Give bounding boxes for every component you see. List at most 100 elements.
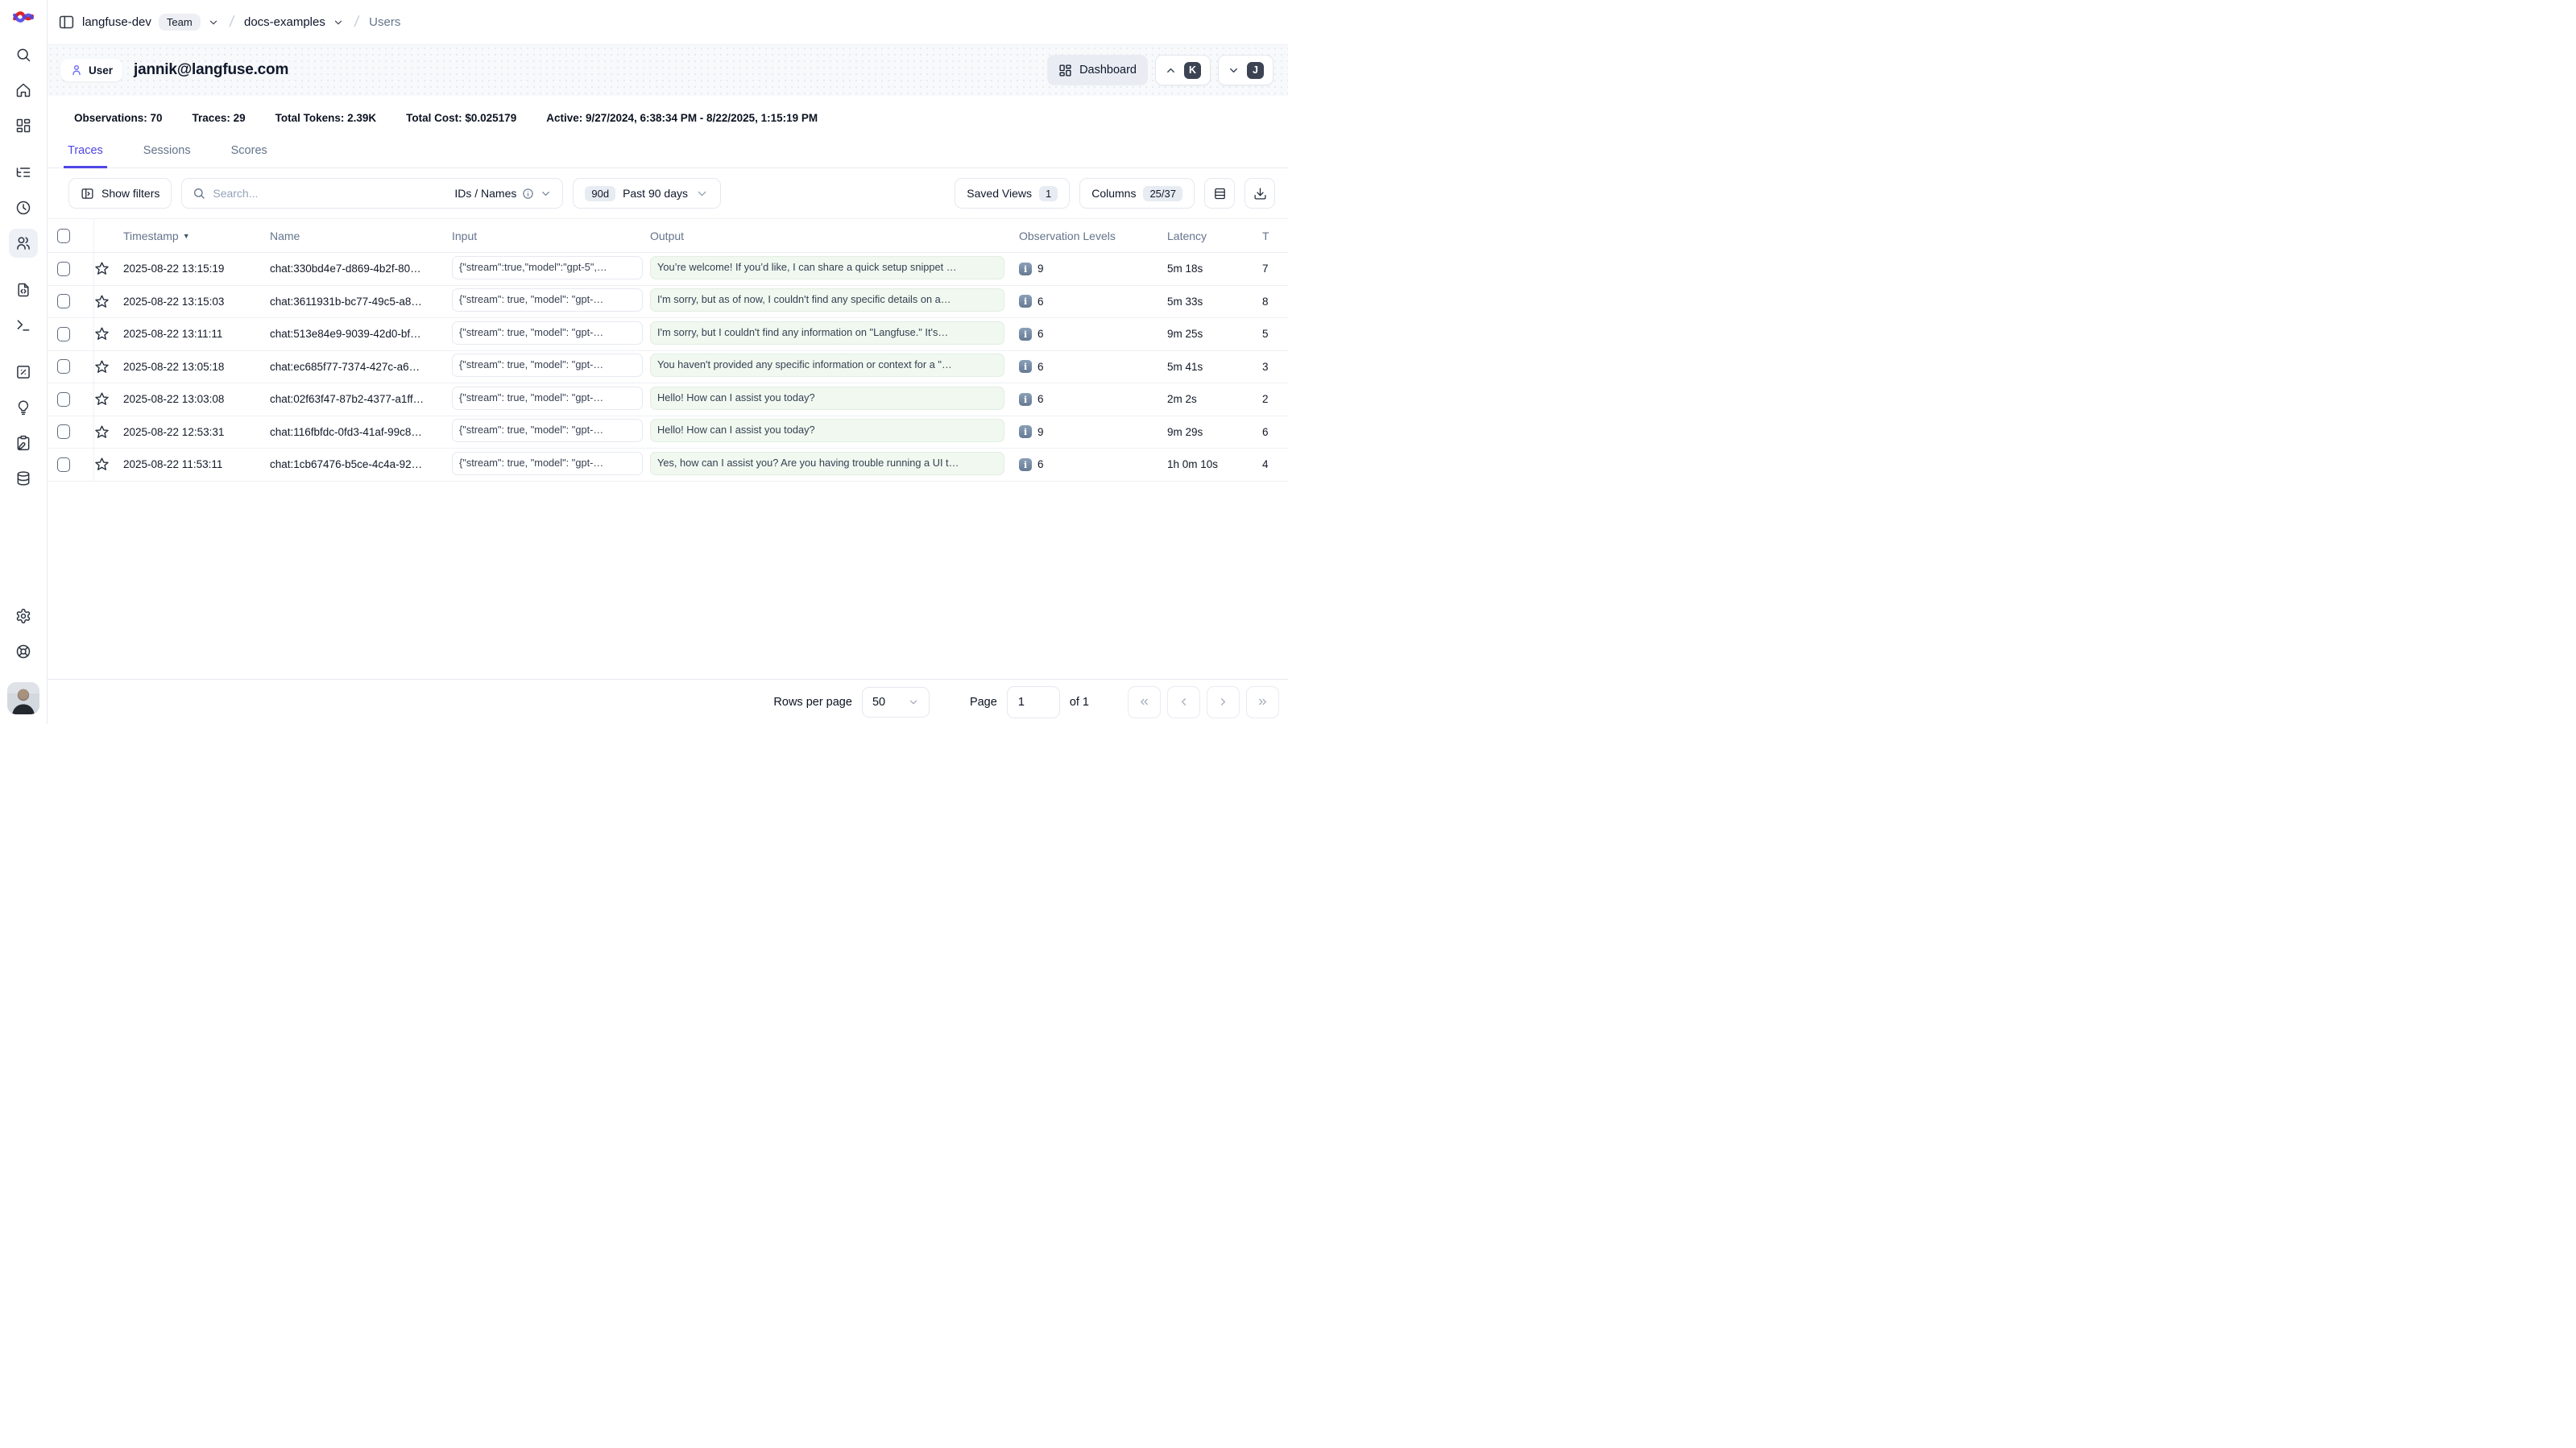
table-row[interactable]: 2025-08-22 13:15:03 chat:3611931b-bc77-4…	[48, 286, 1288, 319]
row-input-preview[interactable]: {"stream": true, "model": "gpt-…	[452, 288, 643, 312]
row-output-preview[interactable]: Hello! How can I assist you today?	[650, 387, 1004, 410]
datasets-database-icon[interactable]	[9, 464, 38, 493]
column-header-output: Output	[650, 230, 1019, 242]
tracing-icon[interactable]	[9, 158, 38, 187]
row-checkbox[interactable]	[57, 392, 70, 407]
time-range-selector[interactable]: 90d Past 90 days	[573, 178, 721, 209]
insights-lightbulb-icon[interactable]	[9, 393, 38, 422]
table-row[interactable]: 2025-08-22 13:05:18 chat:ec685f77-7374-4…	[48, 351, 1288, 384]
row-name[interactable]: chat:ec685f77-7374-427c-a6…	[270, 361, 452, 373]
breadcrumb-project[interactable]: langfuse-dev	[82, 15, 151, 29]
row-checkbox[interactable]	[57, 327, 70, 341]
chevron-down-icon[interactable]	[333, 17, 344, 28]
row-name[interactable]: chat:330bd4e7-d869-4b2f-80…	[270, 263, 452, 275]
page-number-input[interactable]	[1007, 686, 1060, 718]
row-name[interactable]: chat:116fbfdc-0fd3-41af-99c8…	[270, 426, 452, 438]
row-checkbox[interactable]	[57, 262, 70, 276]
row-output-preview[interactable]: You’re welcome! If you’d like, I can sha…	[650, 256, 1004, 279]
evaluation-percent-icon[interactable]	[9, 358, 38, 387]
playground-terminal-icon[interactable]	[9, 311, 38, 340]
select-all-checkbox[interactable]	[57, 229, 70, 243]
row-checkbox[interactable]	[57, 424, 70, 439]
row-timestamp: 2025-08-22 13:11:11	[123, 328, 270, 340]
search-input[interactable]	[213, 187, 447, 200]
tab-traces[interactable]: Traces	[64, 137, 107, 168]
row-input-preview[interactable]: {"stream": true, "model": "gpt-…	[452, 419, 643, 442]
dashboard-button[interactable]: Dashboard	[1047, 55, 1148, 85]
user-icon	[70, 64, 83, 77]
table-row[interactable]: 2025-08-22 11:53:11 chat:1cb67476-b5ce-4…	[48, 449, 1288, 482]
prev-user-button[interactable]: K	[1155, 55, 1211, 85]
row-name[interactable]: chat:513e84e9-9039-42d0-bf…	[270, 328, 452, 340]
annotation-clipboard-pen-icon[interactable]	[9, 428, 38, 457]
previous-page-button[interactable]	[1167, 686, 1200, 718]
row-output-preview[interactable]: You haven't provided any specific inform…	[650, 354, 1004, 377]
row-timestamp: 2025-08-22 12:53:31	[123, 426, 270, 438]
table-row[interactable]: 2025-08-22 13:03:08 chat:02f63f47-87b2-4…	[48, 383, 1288, 416]
column-header-observation-levels: Observation Levels	[1019, 230, 1167, 242]
search-icon[interactable]	[9, 40, 38, 69]
row-input-preview[interactable]: {"stream": true, "model": "gpt-…	[452, 321, 643, 345]
info-level-icon: i	[1019, 295, 1032, 308]
prompts-file-code-icon[interactable]	[9, 275, 38, 304]
bookmark-star-icon[interactable]	[94, 424, 110, 440]
saved-views-button[interactable]: Saved Views 1	[955, 178, 1070, 209]
row-name[interactable]: chat:3611931b-bc77-49c5-a8…	[270, 296, 452, 308]
row-input-preview[interactable]: {"stream": true, "model": "gpt-…	[452, 354, 643, 377]
tab-scores[interactable]: Scores	[227, 137, 271, 168]
search-box[interactable]: IDs / Names	[181, 178, 563, 209]
table-body: 2025-08-22 13:15:19 chat:330bd4e7-d869-4…	[48, 253, 1288, 482]
bookmark-star-icon[interactable]	[94, 359, 110, 374]
rows-per-page-select[interactable]: 50	[862, 687, 930, 718]
support-lifebuoy-icon[interactable]	[9, 637, 38, 666]
breadcrumb-environment[interactable]: docs-examples	[244, 15, 325, 29]
row-latency: 5m 18s	[1167, 263, 1262, 275]
tab-sessions[interactable]: Sessions	[139, 137, 195, 168]
bookmark-star-icon[interactable]	[94, 391, 110, 407]
first-page-button[interactable]	[1128, 686, 1161, 718]
row-output-preview[interactable]: I'm sorry, but as of now, I couldn't fin…	[650, 288, 1004, 312]
row-input-preview[interactable]: {"stream":true,"model":"gpt-5",…	[452, 256, 643, 279]
user-badge-label: User	[89, 64, 113, 77]
bookmark-star-icon[interactable]	[94, 457, 110, 472]
filter-bar: Show filters IDs / Names 90d Past 90 day…	[48, 168, 1288, 218]
columns-button[interactable]: Columns 25/37	[1079, 178, 1195, 209]
next-user-button[interactable]: J	[1218, 55, 1274, 85]
row-checkbox[interactable]	[57, 294, 70, 308]
row-name[interactable]: chat:02f63f47-87b2-4377-a1ff…	[270, 393, 452, 405]
sessions-clock-icon[interactable]	[9, 193, 38, 222]
table-row[interactable]: 2025-08-22 13:11:11 chat:513e84e9-9039-4…	[48, 318, 1288, 351]
bookmark-star-icon[interactable]	[94, 261, 110, 276]
row-name[interactable]: chat:1cb67476-b5ce-4c4a-92…	[270, 458, 452, 470]
show-filters-button[interactable]: Show filters	[68, 178, 172, 209]
chevron-down-icon	[695, 187, 709, 201]
sidebar-toggle-icon[interactable]	[58, 14, 75, 31]
row-checkbox[interactable]	[57, 359, 70, 374]
row-checkbox[interactable]	[57, 457, 70, 472]
row-input-preview[interactable]: {"stream": true, "model": "gpt-…	[452, 387, 643, 410]
chevron-down-icon[interactable]	[208, 17, 219, 28]
chevron-down-icon	[1228, 64, 1240, 77]
dashboards-icon[interactable]	[9, 111, 38, 140]
column-header-timestamp[interactable]: Timestamp▼	[123, 230, 270, 242]
users-icon[interactable]	[9, 229, 38, 258]
profile-avatar[interactable]	[7, 682, 39, 714]
bookmark-star-icon[interactable]	[94, 326, 110, 341]
row-height-button[interactable]	[1204, 178, 1235, 209]
row-output-preview[interactable]: I'm sorry, but I couldn't find any infor…	[650, 321, 1004, 345]
last-page-button[interactable]	[1246, 686, 1279, 718]
row-output-preview[interactable]: Hello! How can I assist you today?	[650, 419, 1004, 442]
next-page-button[interactable]	[1207, 686, 1240, 718]
time-range-label: Past 90 days	[623, 187, 688, 200]
settings-gear-icon[interactable]	[9, 602, 38, 631]
table-row[interactable]: 2025-08-22 12:53:31 chat:116fbfdc-0fd3-4…	[48, 416, 1288, 449]
table-row[interactable]: 2025-08-22 13:15:19 chat:330bd4e7-d869-4…	[48, 253, 1288, 286]
bookmark-star-icon[interactable]	[94, 294, 110, 309]
search-scope-selector[interactable]: IDs / Names	[454, 187, 552, 200]
chevrons-right-icon	[1257, 696, 1269, 708]
export-button[interactable]	[1245, 178, 1275, 209]
rows-per-page-value: 50	[872, 696, 885, 709]
home-icon[interactable]	[9, 76, 38, 105]
row-input-preview[interactable]: {"stream": true, "model": "gpt-…	[452, 452, 643, 475]
row-output-preview[interactable]: Yes, how can I assist you? Are you havin…	[650, 452, 1004, 475]
